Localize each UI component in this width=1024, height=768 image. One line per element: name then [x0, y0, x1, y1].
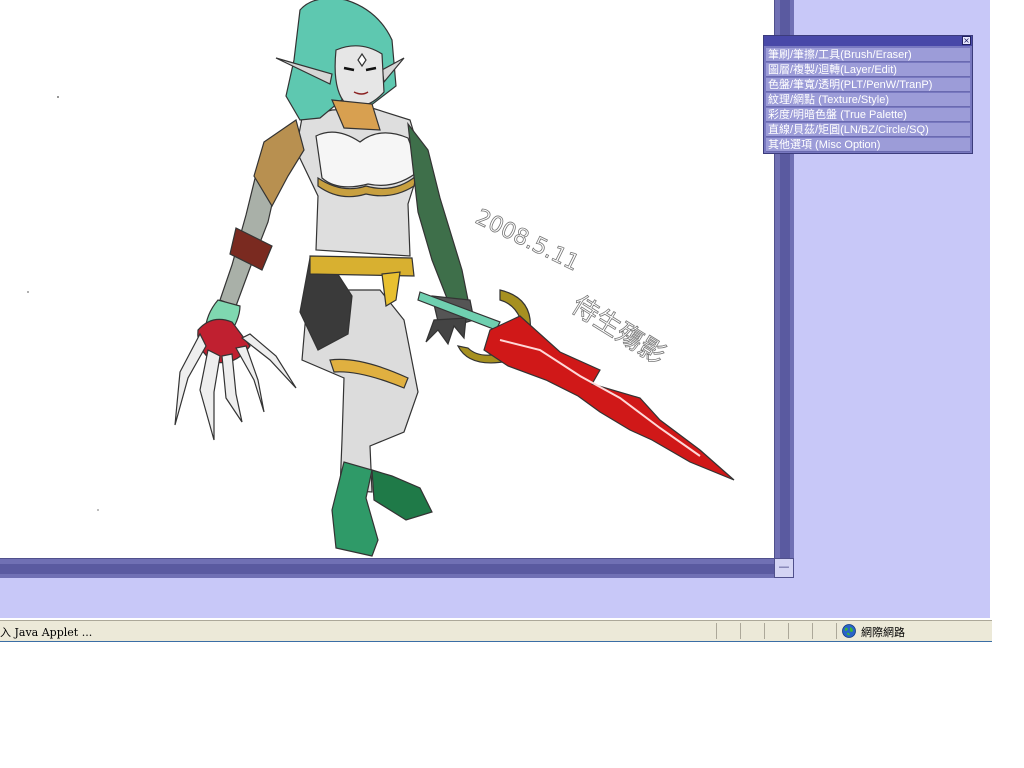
torso	[253, 107, 469, 307]
menu-titlebar[interactable]: ×	[764, 36, 972, 46]
menu-item-palette-pen-width[interactable]: 色盤/筆寬/透明(PLT/PenW/TranP)	[766, 78, 970, 92]
horizontal-scrollbar[interactable]	[0, 558, 774, 578]
close-icon[interactable]: ×	[962, 36, 971, 45]
menu-item-line-bezier-circle[interactable]: 直線/貝茲/矩圓(LN/BZ/Circle/SQ)	[766, 123, 970, 137]
status-divider	[764, 623, 765, 639]
horizontal-scroll-track[interactable]	[0, 564, 774, 574]
menu-item-layer-edit[interactable]: 圖層/複製/迴轉(Layer/Edit)	[766, 63, 970, 77]
menu-item-brush-eraser[interactable]: 筆刷/筆擦/工具(Brush/Eraser)	[766, 48, 970, 62]
artwork: 2008.5.11 侍生殤影	[27, 0, 735, 557]
status-divider	[812, 623, 813, 639]
status-divider	[788, 623, 789, 639]
menu-list: 筆刷/筆擦/工具(Brush/Eraser) 圖層/複製/迴轉(Layer/Ed…	[766, 48, 970, 153]
menu-item-misc-option[interactable]: 其他選項 (Misc Option)	[766, 138, 970, 152]
head	[275, 0, 405, 131]
resize-corner-button[interactable]: —	[774, 558, 794, 578]
drawing-canvas[interactable]: 2008.5.11 侍生殤影	[0, 0, 774, 558]
menu-item-texture-style[interactable]: 紋理/網點 (Texture/Style)	[766, 93, 970, 107]
status-divider	[716, 623, 717, 639]
signature-name: 侍生殤影	[566, 290, 670, 371]
canvas-frame: 2008.5.11 侍生殤影 —	[0, 0, 794, 578]
menu-item-true-palette[interactable]: 彩度/明暗色盤 (True Palette)	[766, 108, 970, 122]
zone-label: 網際網路	[861, 626, 905, 639]
status-divider	[740, 623, 741, 639]
signature-date: 2008.5.11	[471, 205, 583, 277]
browser-status-bar: 入 Java Applet ... 網際網路	[0, 620, 992, 642]
status-divider	[836, 623, 837, 639]
status-text: 入 Java Applet ...	[0, 626, 93, 639]
globe-icon	[842, 624, 856, 638]
tool-menu-panel: × 筆刷/筆擦/工具(Brush/Eraser) 圖層/複製/迴轉(Layer/…	[763, 35, 973, 154]
